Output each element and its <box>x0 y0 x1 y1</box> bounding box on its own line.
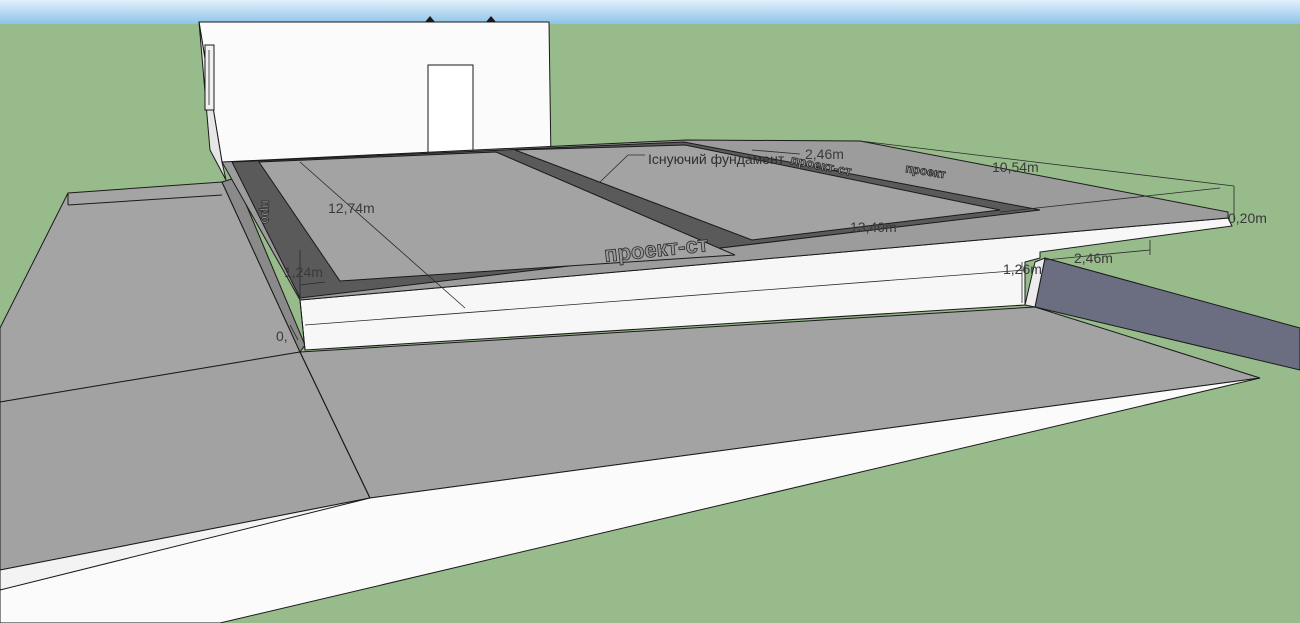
leader-note-existing-foundation: Існуючий фундамент <box>648 151 785 167</box>
dim-2-46-right: 2,46m <box>1074 250 1113 266</box>
dim-10-54: 10,54m <box>992 159 1039 175</box>
dim-1-26: 1,26m <box>1003 261 1042 277</box>
dim-1-24: 1,24m <box>284 264 323 280</box>
engraved-text-left: про <box>258 200 274 224</box>
dim-0-x: 0, <box>276 328 288 344</box>
sky <box>0 0 1300 24</box>
dim-0-20: 0,20m <box>1228 210 1267 226</box>
dim-13-40: 13,40m <box>850 219 897 235</box>
sketchup-viewport: проект-ст проект-ст проект про Існуючий … <box>0 0 1300 623</box>
wall-window <box>204 44 215 111</box>
dim-12-74: 12,74m <box>328 200 375 216</box>
wall-door <box>427 64 474 156</box>
dim-2-46-top: 2,46m <box>805 146 844 162</box>
